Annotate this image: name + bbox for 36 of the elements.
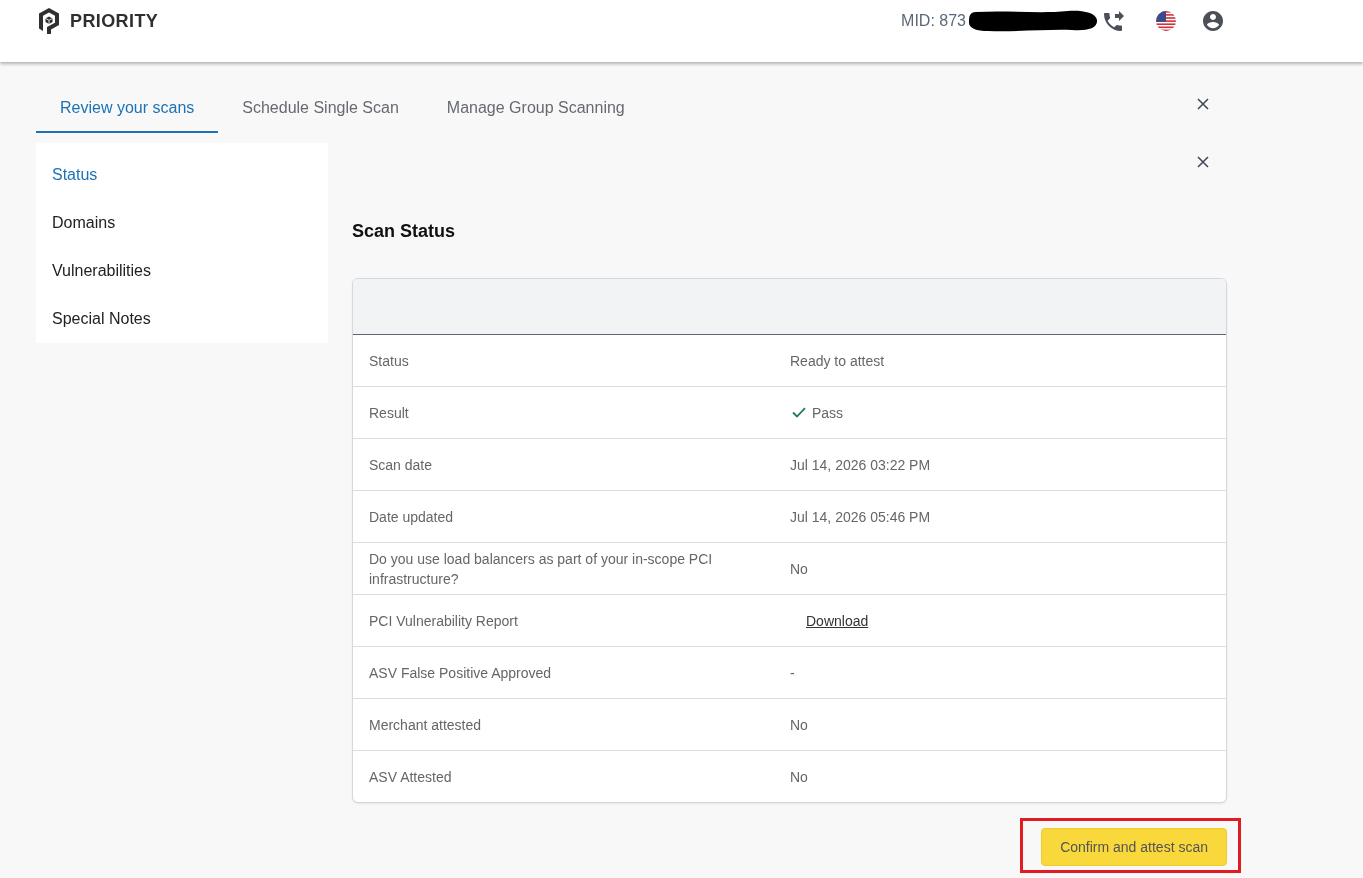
merchant-id: MID: 873 [901,12,966,30]
confirm-attest-button[interactable]: Confirm and attest scan [1041,828,1227,866]
brand-name: PRIORITY [70,10,159,32]
row-value: Pass [812,404,844,421]
close-icon [1197,156,1209,168]
tab[interactable]: Manage Group Scanning [422,86,649,133]
row-value: - [790,664,795,681]
section-title: Scan Status [352,220,457,243]
row-label: Merchant attested [369,715,482,735]
row-value: No [790,768,808,785]
row-label: Do you use load balancers as part of your in-scope PCI infrastructure? [369,549,714,589]
flag-icon[interactable] [1156,11,1176,31]
download-link[interactable]: Download [790,612,869,629]
row-value: Jul 14, 2026 05:46 PM [790,508,931,525]
phone-icon[interactable] [1104,11,1124,31]
row-label: PCI Vulnerability Report [369,611,518,631]
row-value: Jul 14, 2026 03:22 PM [790,456,931,473]
sidebar-item[interactable]: Special Notes [36,295,328,343]
row-label: Scan date [369,455,433,475]
row-value: No [790,716,808,733]
row-label: Result [369,403,409,423]
user-icon[interactable] [1203,11,1223,31]
row-label: Date updated [369,507,454,527]
close-icon [1197,98,1209,110]
tab[interactable]: Review your scans [36,86,219,133]
row-label: ASV Attested [369,767,452,787]
sidebar-item[interactable]: Vulnerabilities [36,247,328,295]
row-value: Ready to attest [790,352,885,369]
sidebar-item[interactable]: Status [36,151,328,199]
logo-icon [38,7,60,35]
sidebar-item[interactable]: Domains [36,199,328,247]
row-value: No [790,560,808,577]
row-label: Status [369,351,409,371]
check-icon [792,407,806,418]
row-label: ASV False Positive Approved [369,663,552,683]
tab[interactable]: Schedule Single Scan [218,86,423,133]
